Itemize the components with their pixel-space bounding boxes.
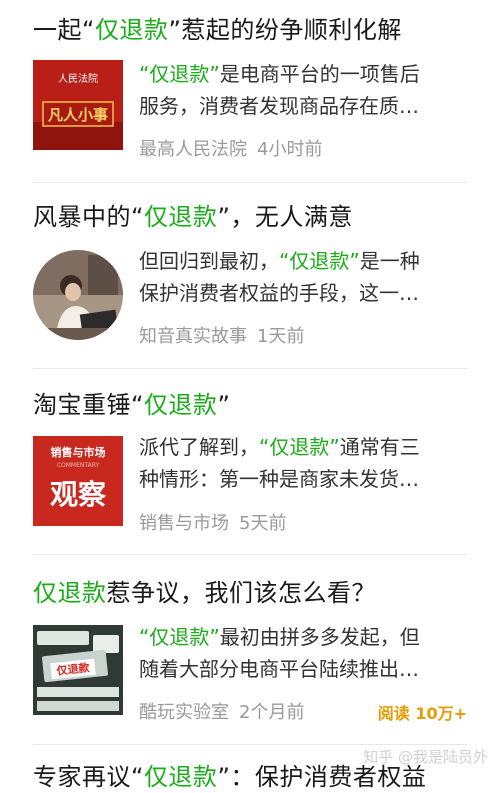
article-time: 5天前 xyxy=(239,513,287,534)
sales-market-observation-logo: 销售与市场 COMMENTARY 观察 xyxy=(33,436,123,526)
article-summary: “仅退款”是电商平台的一项售后 服务，消费者发现商品存在质… xyxy=(139,62,420,118)
people-court-program-thumbnail: 人民法院 凡人小事 xyxy=(33,60,123,150)
svg-text:销售与市场: 销售与市场 xyxy=(51,445,106,459)
article-title[interactable]: 淘宝重锤“仅退款” xyxy=(33,389,230,421)
woman-laptop-photo xyxy=(33,250,123,340)
article-feed: 一起“仅退款”惹起的纷争顺利化解 人民法院 凡人小事 “仅退款”是电商平台的一项… xyxy=(0,0,500,791)
article-summary: 但回归到最初，“仅退款”是一种 保护消费者权益的手段，这一… xyxy=(139,249,420,305)
svg-text:人民法院: 人民法院 xyxy=(58,72,98,85)
article-title[interactable]: 风暴中的“仅退款”，无人满意 xyxy=(33,201,353,233)
article-thumbnail[interactable]: 人民法院 凡人小事 xyxy=(33,60,123,150)
article-thumbnail[interactable] xyxy=(33,250,123,340)
watermark: 知乎 @我是陆员外 xyxy=(363,748,488,766)
article-summary: “仅退款”最初由拼多多发起，但 随着大部分电商平台陆续推出… xyxy=(139,625,420,681)
article-meta: 酷玩实验室 2个月前 xyxy=(139,698,304,724)
article-meta: 销售与市场 5天前 xyxy=(139,509,286,535)
svg-text:凡人小事: 凡人小事 xyxy=(48,106,108,124)
article-title[interactable]: 仅退款惹争议，我们该怎么看？ xyxy=(33,577,376,609)
refund-dispute-screenshot: 仅退款 xyxy=(33,625,123,715)
article-meta: 知音真实故事 1天前 xyxy=(139,322,304,348)
article-time: 4小时前 xyxy=(257,139,323,160)
article-time: 2个月前 xyxy=(239,702,305,723)
article-title[interactable]: 一起“仅退款”惹起的纷争顺利化解 xyxy=(33,14,402,46)
svg-text:观察: 观察 xyxy=(50,478,107,511)
article-thumbnail[interactable]: 销售与市场 COMMENTARY 观察 xyxy=(33,436,123,526)
article-card[interactable]: 淘宝重锤“仅退款” 销售与市场 COMMENTARY 观察 派代了解到，“仅退款… xyxy=(0,369,500,555)
article-source[interactable]: 最高人民法院 xyxy=(139,139,247,160)
article-time: 1天前 xyxy=(257,326,305,347)
article-source[interactable]: 酷玩实验室 xyxy=(139,702,229,723)
article-thumbnail[interactable]: 仅退款 xyxy=(33,625,123,715)
article-source[interactable]: 销售与市场 xyxy=(139,513,229,534)
svg-text:COMMENTARY: COMMENTARY xyxy=(57,462,100,469)
read-count-badge: 阅读 10万+ xyxy=(377,704,467,723)
article-meta: 最高人民法院 4小时前 xyxy=(139,135,322,161)
article-card[interactable]: 一起“仅退款”惹起的纷争顺利化解 人民法院 凡人小事 “仅退款”是电商平台的一项… xyxy=(0,0,500,183)
article-source[interactable]: 知音真实故事 xyxy=(139,326,247,347)
article-summary: 派代了解到，“仅退款”通常有三 种情形：第一种是商家未发货… xyxy=(139,435,420,491)
article-card[interactable]: 风暴中的“仅退款”，无人满意 但回归到最初，“仅退款”是一种 保护消费者权益的手… xyxy=(0,183,500,369)
article-card[interactable]: 仅退款惹争议，我们该怎么看？ 仅退款 “仅退款”最初由拼多多发起，但 随着大部分… xyxy=(0,555,500,745)
